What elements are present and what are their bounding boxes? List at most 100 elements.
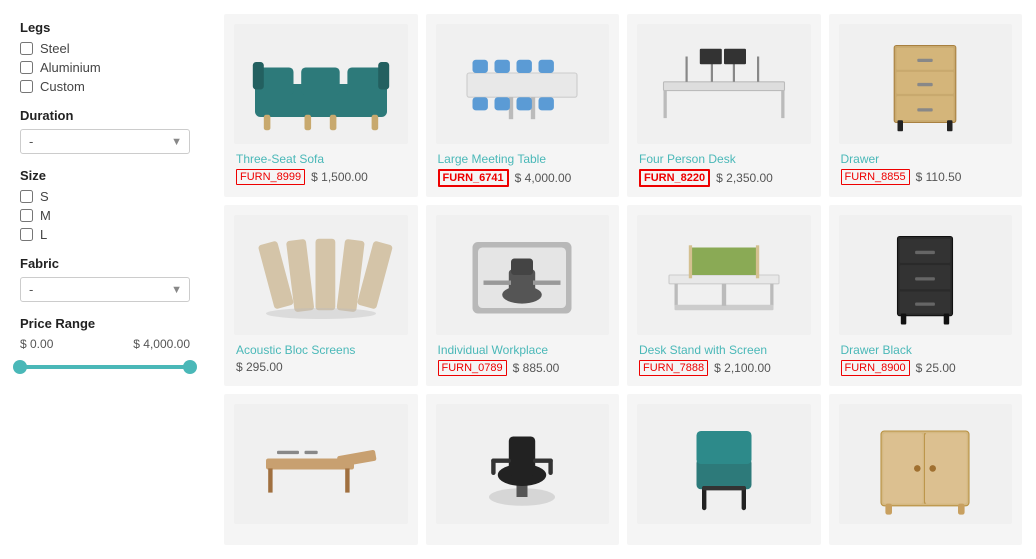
product-card-8: Drawer Black FURN_8900 $ 25.00 xyxy=(829,205,1023,386)
product-name-3[interactable]: Four Person Desk xyxy=(639,152,809,166)
product-sku-2: FURN_6741 xyxy=(438,169,509,187)
checkbox-m[interactable] xyxy=(20,209,33,222)
office-chair-svg xyxy=(445,409,599,519)
product-image-four-desk xyxy=(637,24,811,144)
product-price-3: $ 2,350.00 xyxy=(716,171,773,185)
product-card-10 xyxy=(426,394,620,545)
product-card-4: Drawer FURN_8855 $ 110.50 xyxy=(829,14,1023,197)
product-price-1: $ 1,500.00 xyxy=(311,170,368,184)
page-wrapper: Legs Steel Aluminium Custom Duration - ▼ xyxy=(0,0,1036,559)
price-range-values: $ 0.00 $ 4,000.00 xyxy=(20,337,190,351)
product-info-4: Drawer FURN_8855 $ 110.50 xyxy=(839,152,1013,185)
product-name-6[interactable]: Individual Workplace xyxy=(438,343,608,357)
filter-section-size: Size S M L xyxy=(20,168,190,242)
product-name-4[interactable]: Drawer xyxy=(841,152,1011,166)
product-image-drawer xyxy=(839,24,1013,144)
filter-option-custom[interactable]: Custom xyxy=(20,79,190,94)
product-image-drawer-black xyxy=(839,215,1013,335)
product-meta-4: FURN_8855 $ 110.50 xyxy=(841,169,1011,185)
filter-title-size: Size xyxy=(20,168,190,183)
filter-section-duration: Duration - ▼ xyxy=(20,108,190,154)
product-image-side-chair xyxy=(637,404,811,524)
checkbox-custom[interactable] xyxy=(20,80,33,93)
price-max-label: $ 4,000.00 xyxy=(133,337,190,351)
range-fill xyxy=(20,365,190,369)
product-name-8[interactable]: Drawer Black xyxy=(841,343,1011,357)
product-info-1: Three-Seat Sofa FURN_8999 $ 1,500.00 xyxy=(234,152,408,185)
range-track xyxy=(20,365,190,369)
desk-office-svg xyxy=(244,409,398,519)
product-meta-2: FURN_6741 $ 4,000.00 xyxy=(438,169,608,187)
product-card-12 xyxy=(829,394,1023,545)
checkbox-l[interactable] xyxy=(20,228,33,241)
product-image-individual-workplace xyxy=(436,215,610,335)
individual-workplace-svg xyxy=(445,220,599,330)
filter-option-steel[interactable]: Steel xyxy=(20,41,190,56)
checkbox-aluminium[interactable] xyxy=(20,61,33,74)
filter-section-legs: Legs Steel Aluminium Custom xyxy=(20,20,190,94)
product-meta-5: $ 295.00 xyxy=(236,360,406,374)
price-range-slider[interactable] xyxy=(20,357,190,377)
filter-option-aluminium[interactable]: Aluminium xyxy=(20,60,190,75)
product-price-6: $ 885.00 xyxy=(513,361,560,375)
side-chair-svg xyxy=(647,409,801,519)
product-sku-3: FURN_8220 xyxy=(639,169,710,187)
label-custom: Custom xyxy=(40,79,85,94)
checkbox-s[interactable] xyxy=(20,190,33,203)
filter-title-legs: Legs xyxy=(20,20,190,35)
price-min-label: $ 0.00 xyxy=(20,337,53,351)
product-price-5: $ 295.00 xyxy=(236,360,283,374)
filter-title-price: Price Range xyxy=(20,316,190,331)
product-card-5: Acoustic Bloc Screens $ 295.00 xyxy=(224,205,418,386)
sidebar-filters: Legs Steel Aluminium Custom Duration - ▼ xyxy=(0,10,210,549)
product-name-5[interactable]: Acoustic Bloc Screens xyxy=(236,343,406,357)
product-card-1: Three-Seat Sofa FURN_8999 $ 1,500.00 xyxy=(224,14,418,197)
product-info-12 xyxy=(839,532,1013,535)
product-image-sofa xyxy=(234,24,408,144)
product-name-1[interactable]: Three-Seat Sofa xyxy=(236,152,406,166)
duration-select[interactable]: - xyxy=(20,129,190,154)
product-meta-1: FURN_8999 $ 1,500.00 xyxy=(236,169,406,185)
product-image-meeting-table xyxy=(436,24,610,144)
desk-stand-svg xyxy=(647,220,801,330)
product-meta-7: FURN_7888 $ 2,100.00 xyxy=(639,360,809,376)
product-info-7: Desk Stand with Screen FURN_7888 $ 2,100… xyxy=(637,343,811,376)
filter-title-fabric: Fabric xyxy=(20,256,190,271)
label-m: M xyxy=(40,208,51,223)
product-price-4: $ 110.50 xyxy=(916,170,962,184)
product-info-3: Four Person Desk FURN_8220 $ 2,350.00 xyxy=(637,152,811,187)
filter-option-l[interactable]: L xyxy=(20,227,190,242)
filter-option-s[interactable]: S xyxy=(20,189,190,204)
range-thumb-min[interactable] xyxy=(13,360,27,374)
range-thumb-max[interactable] xyxy=(183,360,197,374)
product-price-7: $ 2,100.00 xyxy=(714,361,771,375)
filter-title-duration: Duration xyxy=(20,108,190,123)
product-sku-4: FURN_8855 xyxy=(841,169,910,185)
product-image-office-chair xyxy=(436,404,610,524)
product-info-5: Acoustic Bloc Screens $ 295.00 xyxy=(234,343,408,374)
product-info-8: Drawer Black FURN_8900 $ 25.00 xyxy=(839,343,1013,376)
product-sku-1: FURN_8999 xyxy=(236,169,305,185)
product-image-acoustic xyxy=(234,215,408,335)
filter-option-m[interactable]: M xyxy=(20,208,190,223)
product-info-2: Large Meeting Table FURN_6741 $ 4,000.00 xyxy=(436,152,610,187)
product-image-desk-stand xyxy=(637,215,811,335)
checkbox-steel[interactable] xyxy=(20,42,33,55)
product-info-11 xyxy=(637,532,811,535)
product-info-9 xyxy=(234,532,408,535)
fabric-select[interactable]: - xyxy=(20,277,190,302)
product-meta-6: FURN_0789 $ 885.00 xyxy=(438,360,608,376)
sofa-svg xyxy=(244,29,398,139)
label-steel: Steel xyxy=(40,41,70,56)
product-info-6: Individual Workplace FURN_0789 $ 885.00 xyxy=(436,343,610,376)
product-name-7[interactable]: Desk Stand with Screen xyxy=(639,343,809,357)
product-meta-8: FURN_8900 $ 25.00 xyxy=(841,360,1011,376)
product-card-6: Individual Workplace FURN_0789 $ 885.00 xyxy=(426,205,620,386)
product-image-desk-office xyxy=(234,404,408,524)
product-name-2[interactable]: Large Meeting Table xyxy=(438,152,608,166)
fabric-select-wrapper: - ▼ xyxy=(20,277,190,302)
filter-section-fabric: Fabric - ▼ xyxy=(20,256,190,302)
product-sku-7: FURN_7888 xyxy=(639,360,708,376)
product-price-2: $ 4,000.00 xyxy=(515,171,572,185)
label-l: L xyxy=(40,227,47,242)
